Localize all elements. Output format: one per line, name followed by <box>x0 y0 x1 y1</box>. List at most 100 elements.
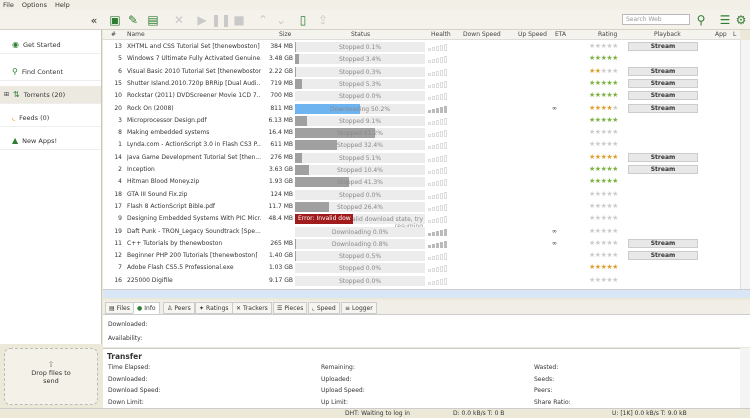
torrent-row[interactable]: 3 Microprocessor Design.pdf 6.13 MB Stop… <box>103 115 740 127</box>
stream-button[interactable]: Stream <box>628 78 698 88</box>
rating-stars[interactable]: ★★★★★ <box>589 79 618 87</box>
torrent-row[interactable]: 11 C++ Tutorials by thenewboston 265 MB … <box>103 238 740 250</box>
column-app[interactable]: App <box>715 31 727 38</box>
star-icon[interactable]: ★ <box>612 251 618 259</box>
column-status[interactable]: Status <box>351 31 370 38</box>
star-icon[interactable]: ★ <box>612 42 618 50</box>
settings-gear-icon[interactable]: ⚙ <box>734 13 748 27</box>
torrent-row[interactable]: 7 Adobe Flash CS5.5 Professional.exe 1.0… <box>103 262 740 274</box>
column-up-speed[interactable]: Up Speed <box>518 31 547 38</box>
menu-file[interactable]: File <box>3 1 14 9</box>
star-icon[interactable]: ★ <box>612 79 618 87</box>
search-input[interactable]: Search Web <box>622 14 690 25</box>
stream-button[interactable]: Stream <box>628 66 698 76</box>
stream-button[interactable]: Stream <box>628 42 698 51</box>
torrent-row[interactable]: 10 Rockstar (2011) DVDScreener Movie 1CD… <box>103 90 740 102</box>
torrent-row[interactable]: 17 Flash 8 ActionScript Bible.pdf 11.7 M… <box>103 201 740 213</box>
expand-icon[interactable]: ⊞ <box>4 91 9 98</box>
stream-button[interactable]: Stream <box>628 251 698 261</box>
stream-button[interactable]: Stream <box>628 165 698 174</box>
star-icon[interactable]: ★ <box>612 128 618 136</box>
torrent-row[interactable]: 15 Shutter Island.2010.720p BRRip [Dual … <box>103 78 740 90</box>
stream-button[interactable]: Stream <box>628 238 698 248</box>
rating-stars[interactable]: ★★★★★ <box>589 190 618 198</box>
torrent-row[interactable]: 19 Daft Punk - TRON_Legacy Soundtrack [S… <box>103 226 740 238</box>
rating-stars[interactable]: ★★★★★ <box>589 177 618 185</box>
column-name[interactable]: Name <box>127 31 145 38</box>
star-icon[interactable]: ★ <box>612 153 618 161</box>
star-icon[interactable]: ★ <box>612 104 618 112</box>
search-icon[interactable]: ⚲ <box>694 13 708 27</box>
tab-files[interactable]: ▤ Files <box>105 302 134 314</box>
rating-stars[interactable]: ★★★★★ <box>589 67 618 75</box>
column-num[interactable]: # <box>111 31 116 38</box>
torrent-row[interactable]: 12 Beginner PHP 200 Tutorials [thenewbos… <box>103 250 740 262</box>
column-l[interactable]: L <box>733 31 736 38</box>
sidebar-item-find-content[interactable]: ⚲ Find Content <box>0 63 101 81</box>
tab-pieces[interactable]: ☰ Pieces <box>273 302 308 314</box>
torrent-row[interactable]: 9 Designing Embedded Systems With PIC Mi… <box>103 213 740 230</box>
stream-button[interactable]: Stream <box>628 152 698 162</box>
tab-ratings[interactable]: ✦ Ratings <box>195 302 233 314</box>
star-icon[interactable]: ★ <box>612 214 618 222</box>
create-torrent-icon[interactable]: ▤ <box>146 13 160 27</box>
move-down-icon[interactable]: ⌄ <box>274 13 288 27</box>
stream-button[interactable]: Stream <box>628 91 698 101</box>
star-icon[interactable]: ★ <box>612 67 618 75</box>
tab-trackers[interactable]: ✕ Trackers <box>232 302 272 314</box>
star-icon[interactable]: ★ <box>612 54 618 62</box>
star-icon[interactable]: ★ <box>612 140 618 148</box>
rating-stars[interactable]: ★★★★★ <box>589 263 618 271</box>
list-view-icon[interactable]: ☰ <box>718 13 732 27</box>
torrent-row[interactable]: 4 Hitman Blood Money.zip 1.93 GB Stopped… <box>103 176 740 188</box>
column-eta[interactable]: ETA <box>555 31 566 38</box>
pause-icon[interactable]: ❚❚ <box>211 13 231 27</box>
rating-stars[interactable]: ★★★★★ <box>589 140 618 148</box>
column-down-speed[interactable]: Down Speed <box>463 31 501 38</box>
column-rating[interactable]: Rating <box>598 31 617 38</box>
remote-device-icon[interactable]: ▯ <box>296 13 310 27</box>
rating-stars[interactable]: ★★★★★ <box>589 54 618 62</box>
column-health[interactable]: Health <box>431 31 451 38</box>
drop-files-zone[interactable]: ⇧ Drop files to send <box>4 348 98 405</box>
star-icon[interactable]: ★ <box>612 91 618 99</box>
tab-logger[interactable]: ≡ Logger <box>341 302 377 314</box>
star-icon[interactable]: ★ <box>612 116 618 124</box>
move-up-icon[interactable]: ⌃ <box>256 13 270 27</box>
torrent-row[interactable]: 14 Java Game Development Tutorial Set [t… <box>103 152 740 164</box>
column-size[interactable]: Size <box>279 31 291 38</box>
stream-button[interactable]: Stream <box>628 103 698 113</box>
sidebar-item-get-started[interactable]: ◉ Get Started <box>0 36 101 54</box>
start-icon[interactable]: ▶ <box>195 13 209 27</box>
upload-status[interactable]: U: [1K] 0.0 kB/s T: 9.0 kB <box>612 410 687 417</box>
rating-stars[interactable]: ★★★★★ <box>589 42 618 50</box>
rating-stars[interactable]: ★★★★★ <box>589 153 618 161</box>
tab-info[interactable]: ● Info <box>133 302 160 314</box>
rating-stars[interactable]: ★★★★★ <box>589 116 618 124</box>
torrent-row[interactable]: 2 Inception 3.63 GB Stopped 10.4% ★★★★★ S… <box>103 164 740 176</box>
torrent-row[interactable]: 1 Lynda.com - ActionScript 3.0 in Flash … <box>103 139 740 151</box>
tab-peers[interactable]: ♙ Peers <box>163 302 195 314</box>
star-icon[interactable]: ★ <box>612 263 618 271</box>
star-icon[interactable]: ★ <box>612 239 618 247</box>
rating-stars[interactable]: ★★★★★ <box>589 276 618 284</box>
rating-stars[interactable]: ★★★★★ <box>589 239 618 247</box>
star-icon[interactable]: ★ <box>612 276 618 284</box>
transfer-scrollbar[interactable] <box>740 348 750 408</box>
list-vertical-scrollbar[interactable] <box>740 40 750 289</box>
sidebar-item-torrents[interactable]: ⊞ ⇅ Torrents (20) <box>0 86 101 104</box>
star-icon[interactable]: ★ <box>612 177 618 185</box>
list-horizontal-scrollbar[interactable] <box>103 289 750 298</box>
sidebar-item-new-apps[interactable]: ▲ New Apps! <box>0 132 101 150</box>
torrent-row[interactable]: 20 Rock On (2008) 811 MB Downloading 50.… <box>103 103 740 115</box>
column-playback[interactable]: Playback <box>654 31 681 38</box>
rating-stars[interactable]: ★★★★★ <box>589 202 618 210</box>
menu-help[interactable]: Help <box>55 1 70 9</box>
share-icon[interactable]: ⇪ <box>316 13 330 27</box>
sidebar-item-feeds[interactable]: ◟ Feeds (0) <box>0 109 101 127</box>
rating-stars[interactable]: ★★★★★ <box>589 165 618 173</box>
remove-icon[interactable]: ✕ <box>172 13 186 27</box>
torrent-row[interactable]: 8 Making embedded systems 16.4 MB Stoppe… <box>103 127 740 139</box>
star-icon[interactable]: ★ <box>612 202 618 210</box>
torrent-row[interactable]: 6 Visual Basic 2010 Tutorial Set [thenew… <box>103 66 740 78</box>
